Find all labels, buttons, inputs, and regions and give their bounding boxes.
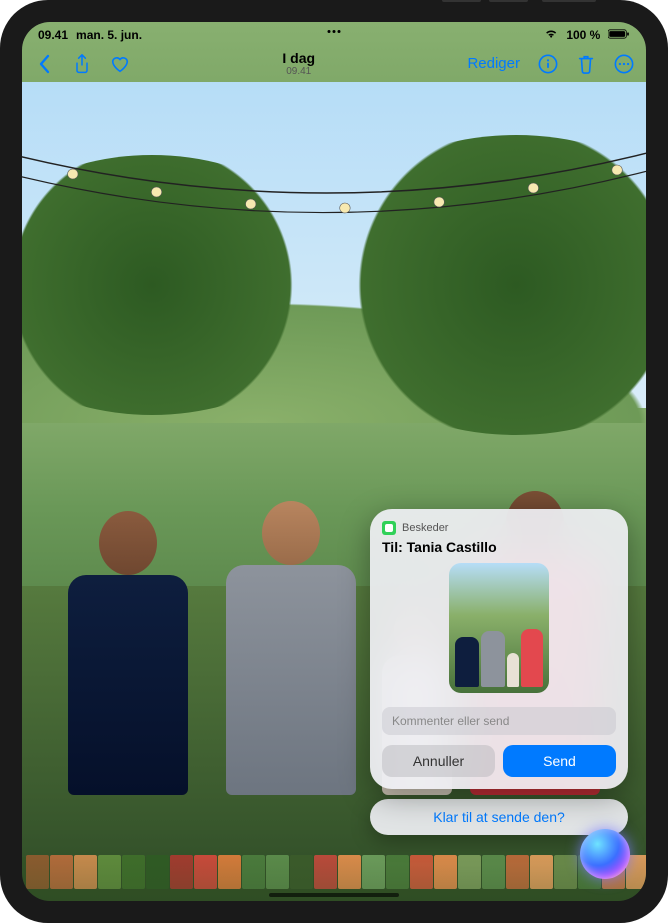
siri-comment-placeholder: Kommenter eller send (392, 714, 509, 728)
thumbnail[interactable] (74, 855, 97, 889)
multitask-dots[interactable] (328, 30, 341, 33)
info-icon[interactable] (538, 54, 558, 74)
thumbnail[interactable] (290, 855, 313, 889)
thumbnail[interactable] (338, 855, 361, 889)
siri-comment-input[interactable]: Kommenter eller send (382, 707, 616, 735)
favorite-icon[interactable] (110, 54, 130, 74)
thumbnail[interactable] (122, 855, 145, 889)
thumbnail[interactable] (242, 855, 265, 889)
nav-bar: I dag 09.41 Rediger (22, 42, 646, 81)
battery-icon (608, 28, 630, 42)
status-time: 09.41 (38, 28, 68, 42)
thumbnail[interactable] (170, 855, 193, 889)
messages-app-icon (382, 521, 396, 535)
send-button[interactable]: Send (503, 745, 616, 777)
thumbnail[interactable] (362, 855, 385, 889)
siri-overlay: Beskeder Til: Tania Castillo Kommenter e… (370, 509, 628, 835)
thumbnail[interactable] (266, 855, 289, 889)
page-subtitle: 09.41 (282, 66, 315, 77)
thumbnail[interactable] (482, 855, 505, 889)
siri-orb-icon[interactable] (580, 829, 630, 879)
siri-recipient: Tania Castillo (407, 539, 497, 555)
trash-icon[interactable] (576, 54, 596, 74)
page-title: I dag (282, 50, 315, 66)
wifi-icon (544, 28, 558, 42)
thumbnail[interactable] (554, 855, 577, 889)
thumbnail[interactable] (410, 855, 433, 889)
string-lights (22, 144, 646, 264)
back-icon[interactable] (34, 54, 54, 74)
status-date: man. 5. jun. (76, 28, 142, 42)
siri-followup-prompt[interactable]: Klar til at sende den? (370, 799, 628, 835)
status-bar: 09.41 man. 5. jun. 100 % (22, 22, 646, 42)
thumbnail[interactable] (50, 855, 73, 889)
thumbnail[interactable] (506, 855, 529, 889)
thumbnail[interactable] (386, 855, 409, 889)
thumbnail[interactable] (530, 855, 553, 889)
thumbnail-strip[interactable] (22, 855, 646, 889)
screen: 09.41 man. 5. jun. 100 % (22, 22, 646, 901)
siri-messages-card: Beskeder Til: Tania Castillo Kommenter e… (370, 509, 628, 789)
thumbnail[interactable] (434, 855, 457, 889)
volume-buttons (442, 0, 528, 2)
thumbnail[interactable] (218, 855, 241, 889)
thumbnail[interactable] (458, 855, 481, 889)
thumbnail[interactable] (98, 855, 121, 889)
share-icon[interactable] (72, 54, 92, 74)
battery-percent: 100 % (566, 28, 600, 42)
more-icon[interactable] (614, 54, 634, 74)
ipad-frame: 09.41 man. 5. jun. 100 % (0, 0, 668, 923)
siri-to-prefix: Til: (382, 539, 403, 555)
power-button (542, 0, 596, 2)
edit-button[interactable]: Rediger (467, 55, 520, 72)
thumbnail[interactable] (26, 855, 49, 889)
thumbnail[interactable] (194, 855, 217, 889)
siri-photo-preview (382, 563, 616, 693)
thumbnail[interactable] (146, 855, 169, 889)
thumbnail[interactable] (314, 855, 337, 889)
cancel-button[interactable]: Annuller (382, 745, 495, 777)
siri-app-name: Beskeder (402, 522, 448, 534)
home-indicator[interactable] (269, 893, 399, 897)
